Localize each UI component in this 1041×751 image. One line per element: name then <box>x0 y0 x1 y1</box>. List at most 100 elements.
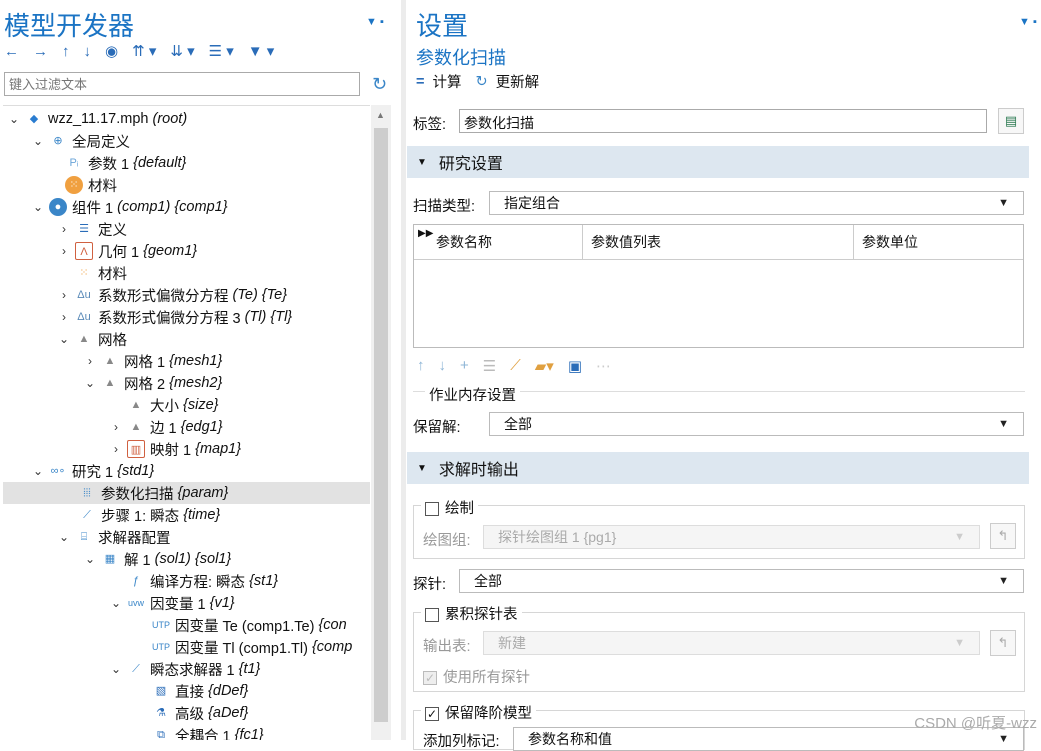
pde-icon: Δu <box>77 289 91 301</box>
filter-input[interactable] <box>4 72 360 96</box>
probes-label: 探针: <box>413 577 447 593</box>
label-field[interactable]: 参数化扫描 <box>459 109 987 133</box>
keep-solutions-select[interactable]: 全部 ▼ <box>489 412 1024 436</box>
tree-node-mesh1[interactable]: › ▲ 网格 1 {mesh1} <box>83 350 222 372</box>
tree-node-global-definitions[interactable]: ⌄ ⊕ 全局定义 <box>31 130 130 152</box>
tree-node-pde-tl[interactable]: › Δu 系数形式偏微分方程 3 (Tl) {Tl} <box>57 306 292 328</box>
forward-arrow-icon[interactable]: → <box>33 43 48 60</box>
mesh-icon: ▲ <box>78 333 90 345</box>
tree-node-fully-coupled[interactable]: ⧉ 全耦合 1 {fc1} <box>148 724 264 740</box>
parametric-sweep-icon: ⦙⦙⦙ <box>83 487 91 499</box>
expand-icon[interactable]: ⇈ ▾ <box>132 42 156 60</box>
field-icon: UTP <box>152 642 170 652</box>
watermark: CSDN @听夏-wzz <box>914 715 1037 732</box>
tree-node-dependent-variables[interactable]: ⌄ uvw 因变量 1 {v1} <box>109 592 235 614</box>
tree-node-solution[interactable]: ⌄ ▦ 解 1 (sol1) {sol1} <box>83 548 231 570</box>
mesh-icon: ▲ <box>104 377 116 389</box>
tree-node-edge[interactable]: › ▲ 边 1 {edg1} <box>109 416 223 438</box>
tree-node-materials[interactable]: ⁙ 材料 <box>71 262 127 284</box>
time-solver-icon: ⟋ <box>132 663 140 675</box>
tree-node-geometry[interactable]: › Λ 几何 1 {geom1} <box>57 240 197 262</box>
range-icon[interactable]: ⋯ <box>596 357 611 375</box>
size-icon: ▲ <box>130 399 142 411</box>
component-icon: ● <box>49 198 67 216</box>
output-table-goto-icon[interactable]: ↰ <box>990 630 1016 656</box>
tree-node-direct[interactable]: ▧ 直接 {dDef} <box>148 680 249 702</box>
delete-icon[interactable]: ☰ <box>483 357 496 375</box>
tree-node-mesh2[interactable]: ⌄ ▲ 网格 2 {mesh2} <box>83 372 222 394</box>
direct-solver-icon: ▧ <box>155 685 167 697</box>
tree-node-parametric-sweep[interactable]: ⦙⦙⦙ 参数化扫描 {param} <box>3 482 370 504</box>
label-edit-icon[interactable]: ▤ <box>998 108 1024 134</box>
dependent-variables-icon: uvw <box>127 598 144 608</box>
update-solution-button[interactable]: 更新解 <box>496 71 540 92</box>
settings-menu-icon[interactable]: ▼ ▪ <box>1019 16 1037 28</box>
probes-select[interactable]: 全部 ▼ <box>459 569 1024 593</box>
settings-title: 设置 <box>416 11 469 41</box>
plot-group-select[interactable]: 探针绘图组 1 {pg1} ▼ <box>483 525 980 549</box>
table-header-unit: 参数单位 <box>862 234 918 250</box>
dropdown-caret-icon: ▼ <box>998 575 1009 587</box>
tree-scrollbar-thumb[interactable] <box>374 128 388 722</box>
plot-checkbox[interactable]: 绘制 <box>421 497 478 518</box>
settings-panel: 设置 ▼ ▪ 参数化扫描 = 计算 ↻ 更新解 标签: 参数化扫描 ▤ ▼ 研究设… <box>407 0 1041 751</box>
move-down-icon[interactable]: ↓ <box>84 43 92 60</box>
refresh-icon[interactable]: ↻ <box>372 74 387 95</box>
collapse-icon[interactable]: ⇊ ▾ <box>170 42 194 60</box>
tree-node-advanced[interactable]: ⚗ 高级 {aDef} <box>148 702 248 724</box>
tree-node-component[interactable]: ⌄ ● 组件 1 (comp1) {comp1} <box>31 196 228 218</box>
memory-settings-title: 作业内存设置 <box>425 384 520 405</box>
compute-button[interactable]: 计算 <box>432 71 461 92</box>
output-table-select[interactable]: 新建 ▼ <box>483 631 980 655</box>
tree-node-study[interactable]: ⌄ ∞∘ 研究 1 {std1} <box>31 460 154 482</box>
table-toolbar: ↑ ↓ + ☰ ⟋ ▰▾ ▣ ⋯ <box>417 357 611 375</box>
use-all-probes-checkbox[interactable]: ✓ 使用所有探针 <box>423 666 530 687</box>
tree-node-time-step[interactable]: ⟋ 步骤 1: 瞬态 {time} <box>74 504 220 526</box>
scroll-up-icon[interactable]: ▲ <box>376 110 385 120</box>
definitions-icon: ☰ <box>79 223 89 235</box>
tree-node-solver-configurations[interactable]: ⌄ ⌸ 求解器配置 <box>57 526 171 548</box>
clear-icon[interactable]: ⟋ <box>510 357 521 375</box>
tree-node-parameters[interactable]: Pᵢ 参数 1 {default} <box>61 152 186 174</box>
solution-icon: ▦ <box>104 553 116 565</box>
parameter-table[interactable]: ▶▶ 参数名称 参数值列表 参数单位 <box>413 224 1024 348</box>
tree-node-variable-tl[interactable]: UTP 因变量 Tl (comp1.Tl) {comp <box>148 636 352 658</box>
save-icon[interactable]: ▣ <box>568 357 582 375</box>
output-table-label: 输出表: <box>423 639 471 655</box>
move-up-icon[interactable]: ↑ <box>417 357 425 375</box>
tree-node-size[interactable]: ▲ 大小 {size} <box>123 394 219 416</box>
update-solution-icon: ↻ <box>475 73 488 90</box>
load-from-file-icon[interactable]: ▰▾ <box>535 357 554 375</box>
tree-node-global-materials[interactable]: ⁙ 材料 <box>61 174 117 196</box>
add-icon[interactable]: + <box>460 357 469 375</box>
dropdown-caret-icon: ▼ <box>998 197 1009 209</box>
tree-node-pde-te[interactable]: › Δu 系数形式偏微分方程 (Te) {Te} <box>57 284 287 306</box>
plot-group-goto-icon[interactable]: ↰ <box>990 523 1016 549</box>
checkbox-icon <box>425 608 439 623</box>
list-view-icon[interactable]: ☰ ▾ <box>209 42 234 60</box>
show-icon[interactable]: ◉ <box>105 42 118 60</box>
table-header-divider <box>414 259 1023 260</box>
tree-node-mesh[interactable]: ⌄ ▲ 网格 <box>57 328 127 350</box>
settings-subtitle: 参数化扫描 <box>416 48 506 68</box>
sweep-type-select[interactable]: 指定组合 ▼ <box>489 191 1024 215</box>
tree-node-compile-equations[interactable]: ƒ 编译方程: 瞬态 {st1} <box>123 570 278 592</box>
tree-node-time-solver[interactable]: ⌄ ⟋ 瞬态求解器 1 {t1} <box>109 658 260 680</box>
tree-node-root[interactable]: ⌄ ◆ wzz_11.17.mph (root) <box>7 108 187 130</box>
move-down-icon[interactable]: ↓ <box>439 357 447 375</box>
tree-node-map[interactable]: › ▥ 映射 1 {map1} <box>109 438 241 460</box>
filter-icon[interactable]: ▼ ▾ <box>248 42 275 60</box>
section-study-settings[interactable]: ▼ 研究设置 <box>407 146 1029 178</box>
accumulate-probe-table-checkbox[interactable]: 累积探针表 <box>421 603 522 624</box>
section-output-while-solving[interactable]: ▼ 求解时输出 <box>407 452 1029 484</box>
label-field-label: 标签: <box>413 117 447 133</box>
tree-node-variable-te[interactable]: UTP 因变量 Te (comp1.Te) {con <box>148 614 347 636</box>
field-icon: UTP <box>152 620 170 630</box>
back-arrow-icon[interactable]: ← <box>4 43 19 60</box>
move-up-icon[interactable]: ↑ <box>62 43 70 60</box>
tree-node-definitions[interactable]: › ☰ 定义 <box>57 218 127 240</box>
model-builder-toolbar: ← → ↑ ↓ ◉ ⇈ ▾ ⇊ ▾ ☰ ▾ ▼ ▾ <box>4 42 275 61</box>
panel-menu-icon[interactable]: ▼ ▪ <box>366 16 384 28</box>
panel-divider[interactable] <box>401 0 406 740</box>
keep-rom-checkbox[interactable]: ✓ 保留降阶模型 <box>421 702 536 723</box>
